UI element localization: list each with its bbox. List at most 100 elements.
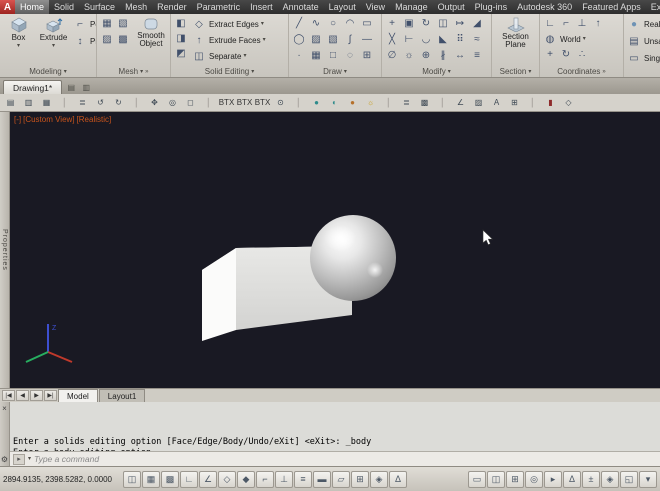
- separator[interactable]: │: [380, 95, 397, 110]
- union-icon[interactable]: ◧: [173, 16, 189, 31]
- chevron-down-icon[interactable]: ▾: [28, 456, 31, 462]
- ortho-toggle[interactable]: ∟: [180, 470, 198, 488]
- annotation-lock-button[interactable]: ◈: [601, 470, 619, 488]
- arc-icon[interactable]: ◠: [342, 16, 358, 31]
- command-history[interactable]: Enter a solids editing option [Face/Edge…: [10, 402, 660, 451]
- intersect-icon[interactable]: ◩: [173, 46, 189, 61]
- wipeout-icon[interactable]: □: [325, 48, 341, 63]
- qp-toggle[interactable]: ⊞: [351, 470, 369, 488]
- ribbon-tab[interactable]: Featured Apps: [577, 0, 646, 14]
- ribbon-tab[interactable]: Home: [15, 0, 50, 14]
- table-tool-icon[interactable]: ⊞: [506, 95, 523, 110]
- spline-icon[interactable]: ∫: [342, 32, 358, 47]
- osnap-override-3[interactable]: BTX: [254, 95, 271, 110]
- ribbon-tab[interactable]: Render: [152, 0, 192, 14]
- named-view-control[interactable]: ▤ Unsaved View: [626, 33, 660, 49]
- stretch-icon[interactable]: ↦: [452, 16, 468, 31]
- world-ucs-button[interactable]: ◍ World ▾: [542, 31, 621, 47]
- command-input-placeholder[interactable]: Type a command: [34, 454, 99, 464]
- explode-icon[interactable]: ☼: [401, 48, 417, 63]
- ducs-toggle[interactable]: ⊥: [275, 470, 293, 488]
- ucs-previous-icon[interactable]: ⌐: [558, 16, 574, 31]
- region-icon[interactable]: ▦: [308, 48, 324, 63]
- lengthen-icon[interactable]: ↔: [452, 48, 468, 63]
- ribbon-tab[interactable]: Ex: [646, 0, 660, 14]
- rotate-icon[interactable]: ↻: [418, 16, 434, 31]
- ucs-face-icon[interactable]: ↑: [590, 16, 606, 31]
- ribbon-tab[interactable]: Surface: [79, 0, 120, 14]
- separator[interactable]: │: [290, 95, 307, 110]
- undo-icon[interactable]: ↺: [92, 95, 109, 110]
- lwt-toggle[interactable]: ▬: [313, 470, 331, 488]
- lights-icon[interactable]: ☼: [362, 95, 379, 110]
- extrude-faces-button[interactable]: ↑ Extrude Faces ▾: [191, 32, 266, 48]
- qnew-icon[interactable]: ▤: [2, 95, 19, 110]
- osnap-toggle[interactable]: ◇: [218, 470, 236, 488]
- point-icon[interactable]: ∙: [291, 48, 307, 63]
- recent-drawings-icon[interactable]: ▥: [80, 81, 92, 93]
- annotation-visibility-button[interactable]: Δ: [563, 470, 581, 488]
- render-icon[interactable]: ●: [308, 95, 325, 110]
- ribbon-tab[interactable]: View: [361, 0, 390, 14]
- coordinates-readout[interactable]: 2894.9135, 2398.5282, 0.0000: [3, 475, 121, 484]
- gradient-icon[interactable]: ▧: [325, 32, 341, 47]
- subtract-icon[interactable]: ◨: [173, 31, 189, 46]
- render-region-icon[interactable]: ◐: [326, 95, 343, 110]
- autoscale-button[interactable]: ±: [582, 470, 600, 488]
- move-icon[interactable]: +: [384, 16, 400, 31]
- section-plane-button[interactable]: Section Plane: [495, 16, 537, 66]
- ribbon-tab[interactable]: Plug-ins: [470, 0, 513, 14]
- infer-toggle[interactable]: ◫: [123, 470, 141, 488]
- panel-label-section[interactable]: Section ▾: [492, 66, 539, 77]
- quickview-drawings-button[interactable]: ⊞: [506, 470, 524, 488]
- polyline-icon[interactable]: ∿: [308, 16, 324, 31]
- ribbon-tab[interactable]: Solid: [49, 0, 79, 14]
- plot-icon[interactable]: ≣: [74, 95, 91, 110]
- next-tab-button[interactable]: ▶: [30, 390, 43, 401]
- open-icon[interactable]: ▥: [20, 95, 37, 110]
- panel-label-draw[interactable]: Draw ▾: [289, 66, 381, 77]
- separator[interactable]: │: [524, 95, 541, 110]
- xline-icon[interactable]: ―: [359, 32, 375, 47]
- osnap3d-toggle[interactable]: ◆: [237, 470, 255, 488]
- first-tab-button[interactable]: |◀: [2, 390, 15, 401]
- join-icon[interactable]: ⊕: [418, 48, 434, 63]
- ribbon-tab[interactable]: Manage: [390, 0, 433, 14]
- zoom-realtime-icon[interactable]: ◎: [164, 95, 181, 110]
- smooth-object-button[interactable]: Smooth Object: [133, 16, 169, 66]
- separator[interactable]: │: [434, 95, 451, 110]
- materials-icon[interactable]: ●: [344, 95, 361, 110]
- layer-icon[interactable]: ≣: [398, 95, 415, 110]
- mesh-refine-icon[interactable]: ▨: [99, 32, 115, 47]
- box-button[interactable]: Box ▾: [2, 16, 35, 66]
- revcloud-icon[interactable]: ◌: [342, 48, 358, 63]
- polar-toggle[interactable]: ∠: [199, 470, 217, 488]
- presspull-button[interactable]: ↕ Presspull: [72, 33, 97, 49]
- ribbon-tab[interactable]: Output: [433, 0, 470, 14]
- prev-tab-button[interactable]: ◀: [16, 390, 29, 401]
- ribbon-tab[interactable]: Insert: [245, 0, 278, 14]
- layer-props-icon[interactable]: ▩: [416, 95, 433, 110]
- ribbon-tab[interactable]: Mesh: [120, 0, 152, 14]
- panel-label-solid-editing[interactable]: Solid Editing ▾: [171, 66, 288, 77]
- save-icon[interactable]: ▦: [38, 95, 55, 110]
- am-toggle[interactable]: Δ: [389, 470, 407, 488]
- panel-label-modeling[interactable]: Modeling ▾: [0, 66, 96, 77]
- status-menu-button[interactable]: ▾: [639, 470, 657, 488]
- ucs-3point-icon[interactable]: ∴: [574, 47, 590, 62]
- extrude-button[interactable]: Extrude ▾: [37, 16, 70, 66]
- view-control[interactable]: [Custom View]: [23, 115, 74, 124]
- snap-toggle[interactable]: ▦: [142, 470, 160, 488]
- grid-toggle[interactable]: ▩: [161, 470, 179, 488]
- ribbon-tab[interactable]: Annotate: [278, 0, 324, 14]
- measure-icon[interactable]: ∠: [452, 95, 469, 110]
- last-tab-button[interactable]: ▶|: [44, 390, 57, 401]
- hatch-icon[interactable]: ▨: [308, 32, 324, 47]
- ucs-object-icon[interactable]: ⊥: [574, 16, 590, 31]
- tab-layout1[interactable]: Layout1: [98, 389, 146, 402]
- mesh-revolve-icon[interactable]: ▦: [99, 16, 115, 31]
- sc-toggle[interactable]: ◈: [370, 470, 388, 488]
- section-tool-icon[interactable]: ▮: [542, 95, 559, 110]
- visual-style-control[interactable]: ● Realistic: [626, 16, 660, 32]
- close-command-icon[interactable]: ×: [2, 404, 7, 413]
